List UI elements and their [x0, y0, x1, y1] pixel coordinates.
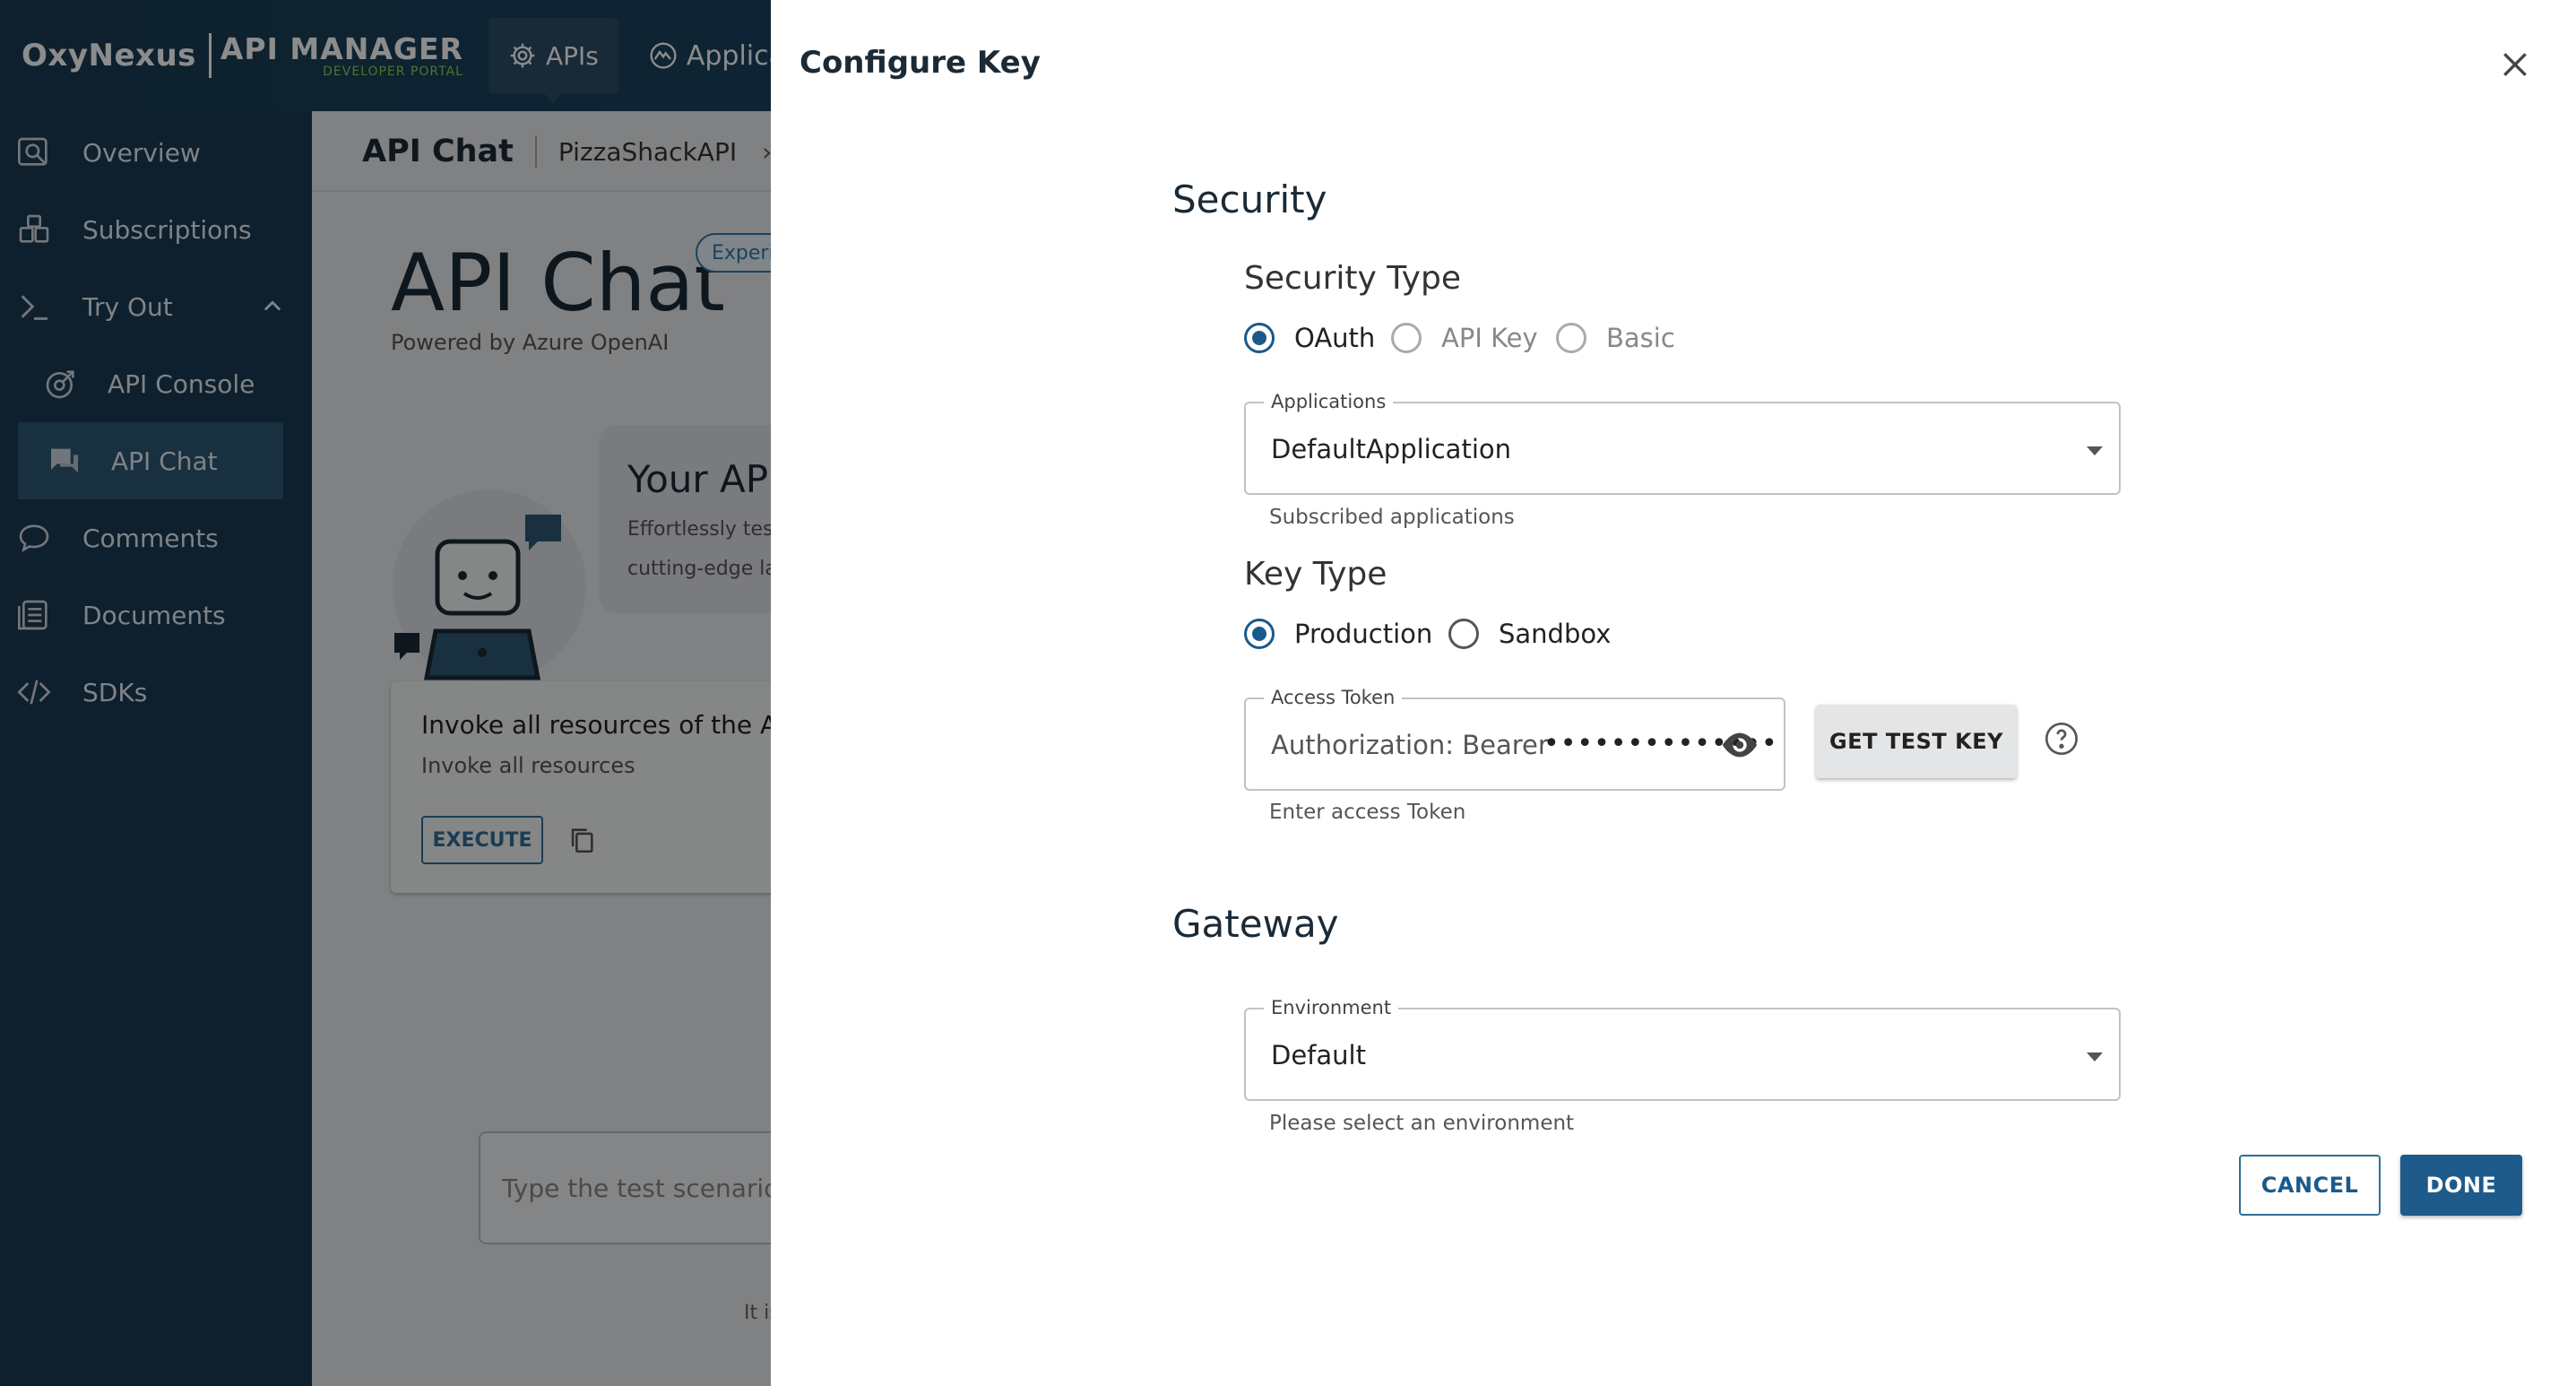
radio-circle[interactable] — [1448, 619, 1479, 649]
applications-select[interactable]: Applications DefaultApplication — [1244, 391, 2121, 495]
radio-label: OAuth — [1294, 323, 1376, 353]
access-token-legend: Access Token — [1264, 687, 1403, 708]
radio-circle[interactable] — [1556, 323, 1586, 353]
radio-label: Basic — [1606, 323, 1675, 353]
radio-circle[interactable] — [1391, 323, 1422, 353]
help-icon[interactable] — [2044, 721, 2079, 757]
radio-circle[interactable] — [1244, 619, 1275, 649]
applications-value: DefaultApplication — [1271, 434, 1511, 464]
close-icon[interactable] — [2497, 47, 2533, 82]
access-token-field[interactable]: Access Token Authorization: Bearer •••••… — [1244, 687, 1785, 791]
cancel-button[interactable]: CANCEL — [2239, 1155, 2381, 1216]
key-type-heading: Key Type — [1244, 556, 1387, 593]
dropdown-caret-icon — [2087, 446, 2103, 455]
gateway-heading: Gateway — [1172, 902, 1339, 946]
radio-circle[interactable] — [1244, 323, 1275, 353]
radio-sandbox[interactable]: Sandbox — [1448, 619, 1611, 649]
applications-legend: Applications — [1264, 391, 1394, 412]
radio-basic[interactable]: Basic — [1556, 323, 1675, 353]
radio-oauth[interactable]: OAuth — [1244, 323, 1375, 353]
eye-icon[interactable] — [1719, 724, 1760, 766]
access-token-helper: Enter access Token — [1269, 801, 1466, 824]
radio-api-key[interactable]: API Key — [1391, 323, 1538, 353]
environment-value: Default — [1271, 1040, 1366, 1070]
token-prefix: Authorization: Bearer — [1271, 730, 1549, 760]
get-test-key-button[interactable]: GET TEST KEY — [1816, 705, 2017, 778]
done-button[interactable]: DONE — [2400, 1155, 2522, 1216]
radio-label: Sandbox — [1499, 619, 1612, 649]
dropdown-caret-icon — [2087, 1052, 2103, 1061]
environment-legend: Environment — [1264, 997, 1399, 1018]
security-heading: Security — [1172, 178, 1327, 221]
security-type-heading: Security Type — [1244, 260, 1461, 297]
configure-key-dialog: Configure Key Security Security Type OAu… — [771, 0, 2576, 1386]
applications-helper: Subscribed applications — [1269, 506, 1515, 529]
radio-production[interactable]: Production — [1244, 619, 1432, 649]
radio-label: API Key — [1441, 323, 1538, 353]
environment-helper: Please select an environment — [1269, 1112, 1575, 1135]
dialog-title: Configure Key — [800, 45, 1041, 81]
environment-select[interactable]: Environment Default — [1244, 997, 2121, 1101]
radio-label: Production — [1294, 619, 1433, 649]
